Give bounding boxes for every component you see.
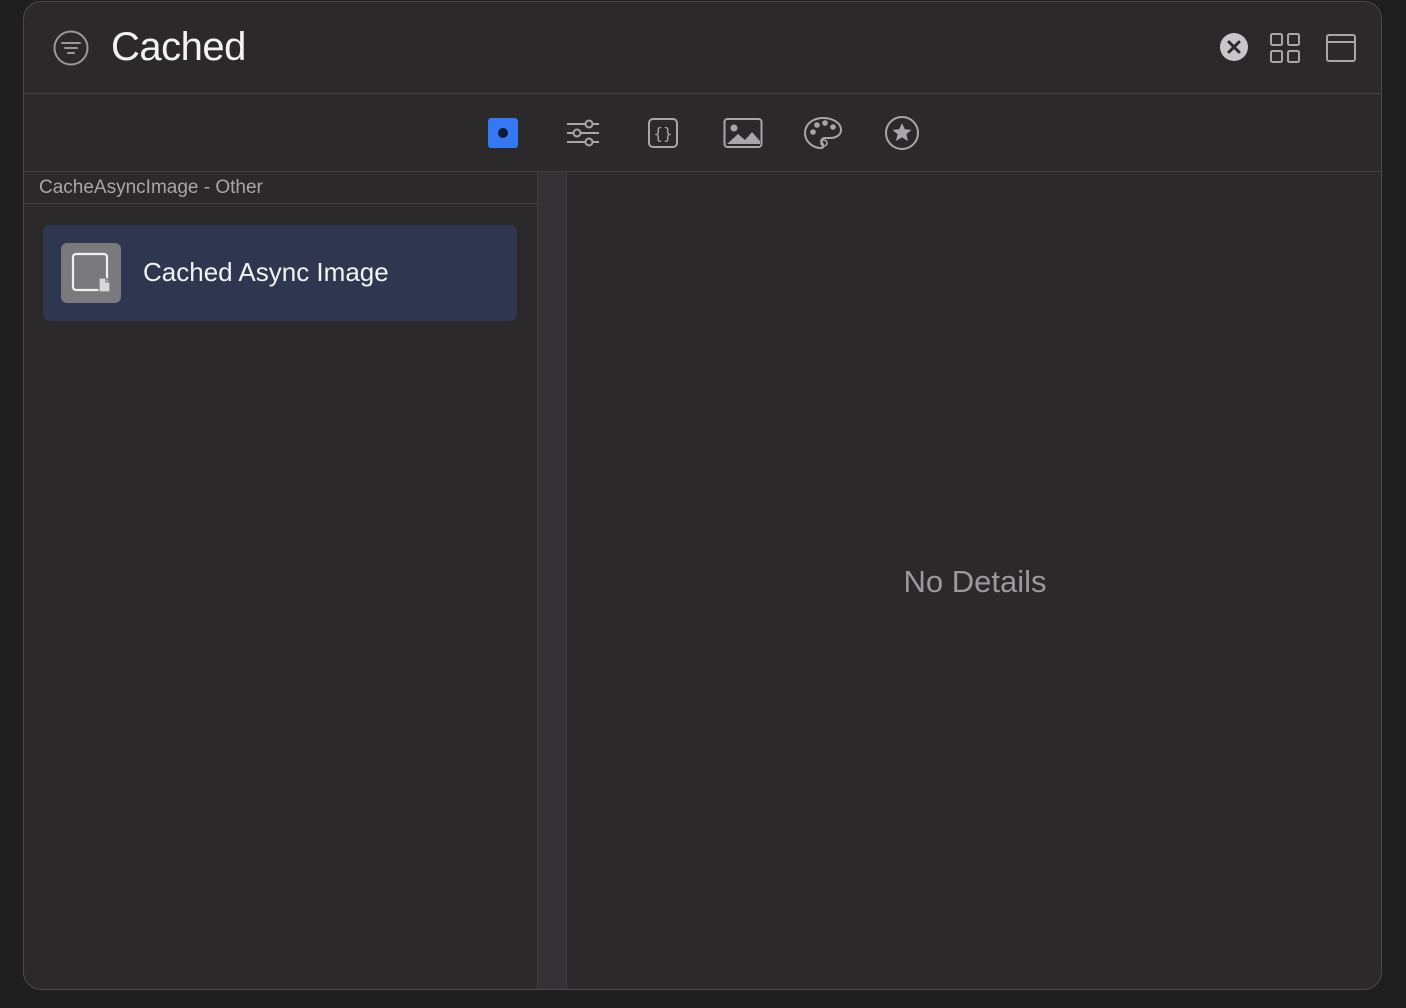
tab-snippets[interactable]: {}: [643, 114, 683, 152]
file-component-icon: [61, 243, 121, 303]
group-header: CacheAsyncImage - Other: [24, 172, 537, 204]
split-view-divider[interactable]: [537, 172, 567, 989]
sliders-icon: [567, 119, 599, 147]
list-item-cached-async-image[interactable]: Cached Async Image: [43, 225, 517, 321]
palette-icon: [803, 116, 843, 150]
tab-modifiers[interactable]: [563, 114, 603, 152]
tab-symbols[interactable]: [882, 114, 922, 152]
empty-state-text: No Details: [903, 564, 1047, 599]
group-header-label: CacheAsyncImage - Other: [39, 177, 263, 198]
detail-pane: No Details: [567, 172, 1381, 989]
braces-icon: {}: [648, 118, 678, 148]
window-layout-icon[interactable]: [1325, 32, 1357, 64]
filter-circle-icon[interactable]: [53, 30, 89, 66]
search-bar: Cached: [24, 2, 1381, 94]
search-input[interactable]: Cached: [111, 24, 246, 70]
results-sidebar: CacheAsyncImage - Other Cached Async Ima…: [24, 172, 537, 989]
tab-components[interactable]: [483, 114, 523, 152]
list-item-label: Cached Async Image: [143, 257, 389, 287]
library-tab-bar: {}: [24, 94, 1381, 172]
tab-colors[interactable]: [803, 114, 843, 152]
grid-view-icon[interactable]: [1269, 32, 1301, 64]
clear-circle-icon[interactable]: [1220, 33, 1248, 61]
svg-text:{}: {}: [653, 124, 672, 143]
filled-square-dot-icon: [488, 118, 518, 148]
library-window: Cached {} CacheAsyncImage - Other Cached…: [23, 1, 1382, 990]
image-icon: [723, 118, 763, 148]
tab-media[interactable]: [723, 114, 763, 152]
star-circle-icon: [885, 116, 919, 150]
